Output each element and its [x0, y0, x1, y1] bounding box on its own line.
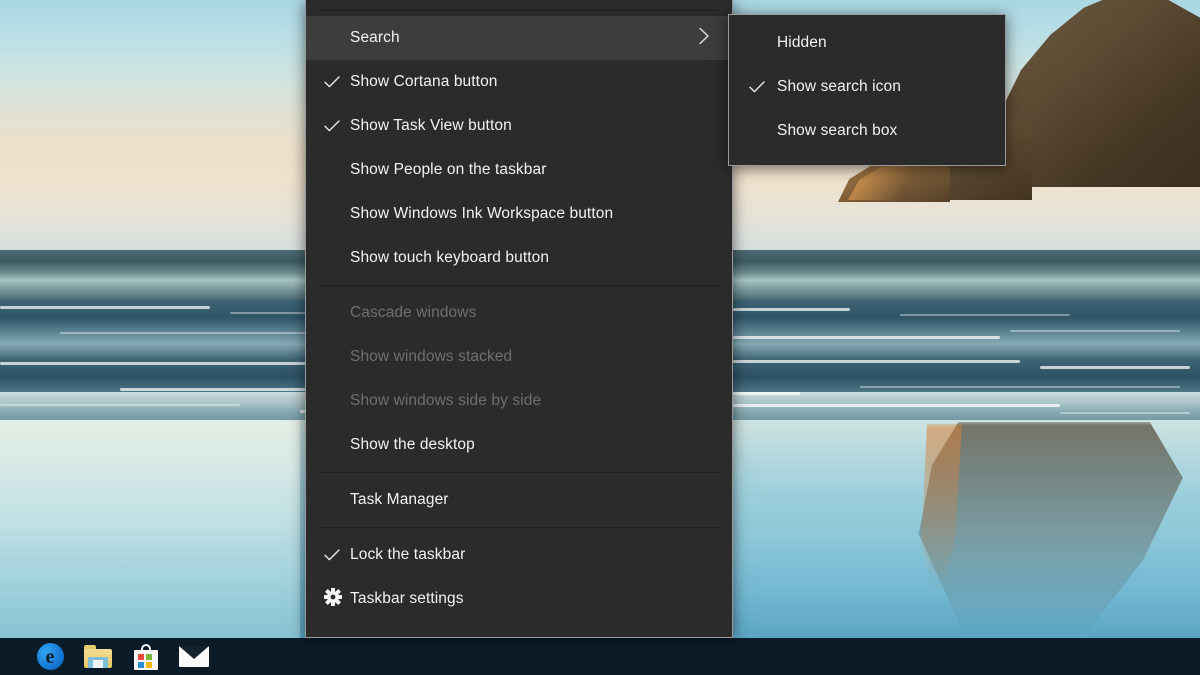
menu-item-show-the-desktop[interactable]: Show the desktop — [306, 423, 732, 467]
taskbar-item-microsoft-edge[interactable]: e — [26, 638, 74, 675]
menu-item-show-windows-side-by-side: Show windows side by side — [306, 379, 732, 423]
menu-item-glyph — [323, 587, 350, 611]
menu-separator — [320, 472, 720, 473]
submenu-item-hidden[interactable]: Hidden — [729, 21, 1005, 65]
wallpaper-foam-line — [0, 404, 240, 406]
wallpaper-foam-line — [860, 386, 1180, 388]
menu-item-label: Show touch keyboard button — [350, 249, 550, 266]
menu-item-label: Show search box — [777, 122, 898, 139]
menu-item-show-windows-ink-workspace-button[interactable]: Show Windows Ink Workspace button — [306, 192, 732, 236]
menu-item-glyph — [324, 120, 350, 132]
envelope-icon — [179, 646, 209, 667]
store-square — [138, 661, 144, 668]
store-square — [138, 653, 144, 660]
menu-item-label: Cascade windows — [350, 304, 477, 321]
submenu-item-show-search-icon[interactable]: Show search icon — [729, 65, 1005, 109]
menu-separator — [320, 285, 720, 286]
menu-item-label: Search — [350, 29, 400, 46]
wallpaper-foam-line — [60, 332, 320, 334]
menu-item-show-windows-stacked: Show windows stacked — [306, 335, 732, 379]
folder-icon — [84, 645, 112, 668]
menu-item-label: Show search icon — [777, 78, 901, 95]
menu-item-label: Show windows stacked — [350, 348, 513, 365]
menu-item-label: Show Task View button — [350, 117, 512, 134]
menu-separator-top — [320, 10, 720, 11]
gear-icon — [323, 587, 343, 611]
menu-item-cascade-windows: Cascade windows — [306, 291, 732, 335]
wallpaper-foam-line — [1010, 330, 1180, 332]
menu-item-label: Taskbar settings — [350, 590, 464, 607]
store-square — [146, 661, 152, 668]
menu-item-label: Lock the taskbar — [350, 546, 466, 563]
taskbar-item-microsoft-store[interactable] — [122, 638, 170, 675]
check-icon — [324, 120, 340, 132]
wallpaper-foam-line — [700, 404, 1060, 407]
taskbar: e — [0, 638, 1200, 675]
store-square — [146, 653, 152, 660]
menu-item-label: Show People on the taskbar — [350, 161, 547, 178]
wallpaper-foam-line — [0, 362, 320, 365]
menu-item-show-touch-keyboard-button[interactable]: Show touch keyboard button — [306, 236, 732, 280]
wallpaper-sand-left — [0, 420, 300, 638]
wallpaper-foam-line — [1040, 366, 1190, 369]
menu-item-label: Show Windows Ink Workspace button — [350, 205, 614, 222]
wallpaper-foam-line — [720, 360, 1020, 363]
wallpaper-foam-line — [1060, 412, 1190, 414]
menu-item-taskbar-settings[interactable]: Taskbar settings — [306, 577, 732, 621]
taskbar-item-file-explorer[interactable] — [74, 638, 122, 675]
menu-item-show-task-view-button[interactable]: Show Task View button — [306, 104, 732, 148]
menu-item-lock-the-taskbar[interactable]: Lock the taskbar — [306, 533, 732, 577]
check-icon — [324, 549, 340, 561]
menu-item-glyph — [324, 76, 350, 88]
chevron-right-icon — [698, 27, 710, 50]
menu-item-label: Show windows side by side — [350, 392, 542, 409]
menu-item-show-people-on-the-taskbar[interactable]: Show People on the taskbar — [306, 148, 732, 192]
wallpaper-foam-line — [0, 306, 210, 309]
menu-item-label: Hidden — [777, 34, 827, 51]
menu-item-label: Show Cortana button — [350, 73, 498, 90]
menu-item-task-manager[interactable]: Task Manager — [306, 478, 732, 522]
check-icon — [749, 81, 765, 93]
taskbar-item-mail[interactable] — [170, 638, 218, 675]
menu-item-show-cortana-button[interactable]: Show Cortana button — [306, 60, 732, 104]
check-icon — [324, 76, 340, 88]
menu-item-glyph — [324, 549, 350, 561]
wallpaper-foam-line — [700, 336, 1000, 339]
store-bag-icon — [133, 643, 159, 670]
edge-icon: e — [36, 643, 64, 670]
menu-separator — [320, 527, 720, 528]
menu-item-search[interactable]: Search — [306, 16, 732, 60]
submenu-item-show-search-box[interactable]: Show search box — [729, 109, 1005, 153]
taskbar-context-menu[interactable]: Search Show Cortana button Show Task View … — [305, 0, 733, 638]
menu-item-label: Task Manager — [350, 491, 449, 508]
menu-item-glyph — [749, 81, 777, 93]
menu-item-label: Show the desktop — [350, 436, 475, 453]
wallpaper-foam-line — [900, 314, 1070, 316]
search-submenu[interactable]: Hidden Show search icon Show search box — [728, 14, 1006, 166]
